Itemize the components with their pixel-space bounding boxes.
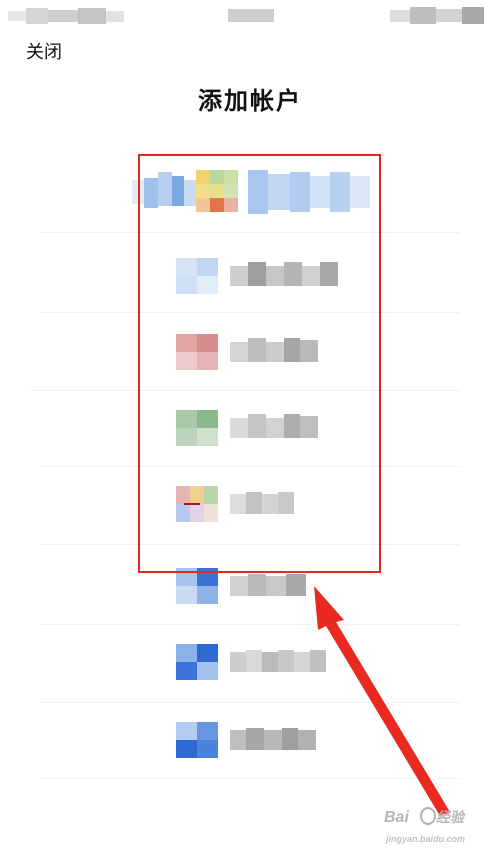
account-provider-icon xyxy=(176,568,218,604)
status-bar-time xyxy=(228,9,274,22)
account-provider-name xyxy=(230,572,306,600)
close-button[interactable]: 关闭 xyxy=(26,42,62,64)
annotation-arrow xyxy=(314,586,450,816)
svg-text:经验: 经验 xyxy=(436,809,466,825)
watermark-logo: Bai 经验 jingyan.baidu.com xyxy=(378,800,498,850)
account-provider-icon xyxy=(176,644,218,680)
status-bar-right xyxy=(390,7,484,24)
status-bar-left xyxy=(8,8,124,24)
svg-text:Bai: Bai xyxy=(384,809,409,826)
highlight-box xyxy=(138,154,381,573)
svg-text:jingyan.baidu.com: jingyan.baidu.com xyxy=(385,834,465,844)
account-provider-icon xyxy=(176,722,218,758)
page-title: 添加帐户 xyxy=(198,87,302,115)
add-account-screen: 关闭 添加帐户 Bai 经验 jingyan.baidu.com xyxy=(0,0,500,853)
